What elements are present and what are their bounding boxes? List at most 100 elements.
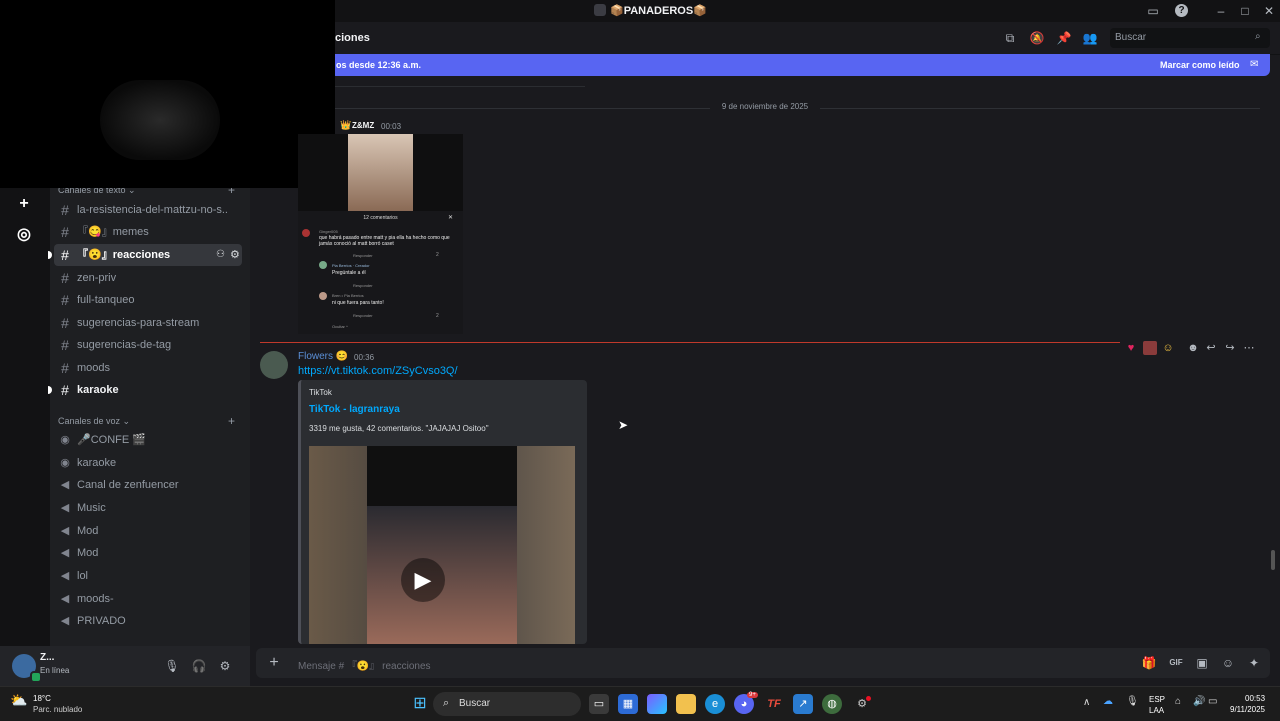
message-time: 00:36 bbox=[354, 353, 375, 362]
voice-channel-item[interactable]: ◀ Mod bbox=[54, 520, 242, 542]
gif-icon[interactable]: GIF bbox=[1168, 655, 1184, 671]
channel-label: full-tanqueo bbox=[77, 294, 135, 306]
voice-channel-item[interactable]: ◀ Canal de zenfuencer bbox=[54, 474, 242, 496]
store-icon[interactable]: ▦ bbox=[618, 694, 638, 714]
channel-item-active[interactable]: # 『😮』reacciones ⚇ ⚙ bbox=[48, 244, 242, 266]
forward-icon[interactable]: ↪ bbox=[1223, 341, 1237, 355]
voice-channel-item[interactable]: ◀ PRIVADO bbox=[54, 610, 242, 632]
user-panel: Z... En línea 🎙 🎧 ⚙ bbox=[0, 646, 250, 686]
image-attachment[interactable]: 12 comentarios ✕ Ginger005 que habrá pas… bbox=[298, 134, 463, 334]
voice-channel-item[interactable]: ◉ karaoke bbox=[54, 452, 242, 474]
clock-date[interactable]: 9/11/2025 bbox=[1230, 705, 1265, 714]
microphone-icon[interactable]: 🎙 bbox=[164, 658, 180, 674]
embed-video[interactable]: ▶ bbox=[309, 446, 575, 644]
file-explorer-icon[interactable] bbox=[676, 694, 696, 714]
maximize-button[interactable]: □ bbox=[1237, 3, 1253, 19]
show-hidden-icons[interactable]: ∧ bbox=[1083, 697, 1090, 708]
comment-reply: Responder bbox=[353, 313, 373, 318]
username[interactable]: Z... bbox=[40, 652, 54, 663]
comment-text: ni que fuera para tanto! bbox=[332, 300, 384, 306]
voice-channel-item[interactable]: ◀ Music bbox=[54, 497, 242, 519]
custom-reaction-icon[interactable] bbox=[1143, 341, 1157, 355]
scrollbar-thumb[interactable] bbox=[1271, 550, 1275, 570]
channel-item[interactable]: # zen-priv bbox=[54, 267, 242, 289]
member-list-icon[interactable]: 👥 bbox=[1082, 30, 1098, 46]
threads-icon[interactable]: ⧉ bbox=[1002, 30, 1018, 46]
edge-icon[interactable]: e bbox=[705, 694, 725, 714]
avatar[interactable] bbox=[260, 351, 288, 379]
message-author[interactable]: Z&MZ bbox=[352, 121, 374, 130]
battery-icon[interactable]: ▭ bbox=[1208, 696, 1217, 707]
emoji-icon[interactable]: ☺ bbox=[1220, 655, 1236, 671]
close-button[interactable]: ✕ bbox=[1261, 3, 1277, 19]
category-voice-channels[interactable]: Canales de voz ⌄ bbox=[58, 416, 130, 427]
mark-as-read-button[interactable]: Marcar como leído bbox=[1160, 60, 1240, 70]
mouse-cursor-icon: ➤ bbox=[618, 418, 629, 432]
channel-item[interactable]: # sugerencias-para-stream bbox=[54, 312, 242, 334]
clock-time[interactable]: 00:53 bbox=[1245, 694, 1265, 703]
settings-gear-icon[interactable]: ⚙ bbox=[230, 244, 240, 266]
user-settings-gear-icon[interactable]: ⚙ bbox=[217, 658, 233, 674]
invite-icon[interactable]: ⚇ bbox=[216, 244, 225, 266]
new-messages-bar[interactable]: os desde 12:36 a.m. Marcar como leído ✉ bbox=[330, 54, 1270, 76]
sticker-icon[interactable]: ▣ bbox=[1194, 655, 1210, 671]
add-server-icon[interactable]: + bbox=[12, 192, 36, 216]
channel-item[interactable]: # sugerencias-de-tag bbox=[54, 334, 242, 356]
add-attachment-icon[interactable]: + bbox=[266, 655, 282, 671]
language-top[interactable]: ESP bbox=[1149, 695, 1165, 704]
discord-badge: 9+ bbox=[747, 692, 758, 698]
search-icon: ⌕ bbox=[1255, 31, 1261, 42]
start-icon[interactable]: ⊞ bbox=[410, 694, 430, 714]
app-blue-icon[interactable]: ↗ bbox=[793, 694, 813, 714]
pin-icon[interactable]: 📌 bbox=[1056, 30, 1072, 46]
search-input[interactable]: Buscar ⌕ bbox=[1110, 28, 1270, 48]
add-voice-channel-icon[interactable]: + bbox=[228, 414, 235, 428]
task-view-icon[interactable]: ▭ bbox=[589, 694, 609, 714]
explore-icon[interactable]: ◎ bbox=[12, 223, 36, 247]
language-bottom[interactable]: LAA bbox=[1149, 706, 1164, 715]
app-green-icon[interactable]: ◍ bbox=[822, 694, 842, 714]
channel-label: Music bbox=[77, 502, 106, 514]
avatar bbox=[302, 229, 310, 237]
message-composer[interactable]: + Mensaje # 『😮』 reacciones 🎁 GIF ▣ ☺ ✦ bbox=[256, 648, 1270, 678]
headphones-icon[interactable]: 🎧 bbox=[191, 658, 207, 674]
minimize-button[interactable]: – bbox=[1213, 3, 1229, 19]
divider bbox=[270, 108, 710, 109]
channel-item[interactable]: # moods bbox=[54, 357, 242, 379]
window-title: 📦PANADEROS📦 bbox=[610, 5, 707, 17]
taskbar-search[interactable]: ⌕ Buscar bbox=[433, 692, 581, 716]
weather-icon[interactable]: ⛅ bbox=[10, 692, 28, 710]
gift-icon[interactable]: 🎁 bbox=[1141, 655, 1157, 671]
help-icon[interactable]: ? bbox=[1175, 4, 1188, 17]
heart-reaction-icon[interactable]: ♥ bbox=[1124, 341, 1138, 355]
message-input[interactable]: Mensaje # 『😮』 reacciones bbox=[298, 657, 431, 672]
message-author[interactable]: Flowers 😊 bbox=[298, 351, 348, 362]
channel-item-unread[interactable]: # karaoke bbox=[48, 379, 242, 401]
windows-taskbar: ⛅ 18°C Parc. nublado ⊞ ⌕ Buscar ▭ ▦ e ◕ … bbox=[0, 686, 1280, 721]
voice-channel-item[interactable]: ◉ 🎤CONFE 🎬 bbox=[54, 429, 242, 451]
voice-channel-item[interactable]: ◀ Mod bbox=[54, 542, 242, 564]
message-link[interactable]: https://vt.tiktok.com/ZSyCvso3Q/ bbox=[298, 365, 458, 377]
add-reaction-icon[interactable]: ☻ bbox=[1186, 341, 1200, 355]
play-icon[interactable]: ▶ bbox=[401, 558, 445, 602]
app-tf-icon[interactable]: TF bbox=[764, 694, 784, 714]
reply-icon[interactable]: ↩ bbox=[1204, 341, 1218, 355]
comment-user: Pia Berrios · Creador bbox=[332, 263, 370, 268]
channel-item[interactable]: # la-resistencia-del-mattzu-no-s... bbox=[54, 199, 242, 221]
floating-video-overlay[interactable] bbox=[0, 0, 335, 188]
voice-channel-item[interactable]: ◀ lol bbox=[54, 565, 242, 587]
emoji-reaction-icon[interactable]: ☺ bbox=[1161, 341, 1175, 355]
channel-item[interactable]: # full-tanqueo bbox=[54, 289, 242, 311]
apps-icon[interactable]: ✦ bbox=[1246, 655, 1262, 671]
voice-channel-item[interactable]: ◀ moods- bbox=[54, 588, 242, 610]
more-options-icon[interactable]: ⋯ bbox=[1242, 341, 1256, 355]
inbox-icon[interactable]: ▭ bbox=[1145, 3, 1161, 19]
notification-mute-icon[interactable]: 🔕 bbox=[1029, 30, 1045, 46]
onedrive-icon[interactable]: ☁ bbox=[1103, 696, 1113, 707]
copilot-icon[interactable] bbox=[647, 694, 667, 714]
volume-icon[interactable]: 🔊 bbox=[1193, 696, 1205, 707]
network-icon[interactable]: ⌂ bbox=[1175, 696, 1181, 707]
channel-item[interactable]: # 『😋』memes bbox=[54, 221, 242, 243]
microphone-tray-icon[interactable]: 🎙 bbox=[1126, 696, 1139, 707]
embed-title[interactable]: TikTok - lagranraya bbox=[309, 404, 400, 415]
